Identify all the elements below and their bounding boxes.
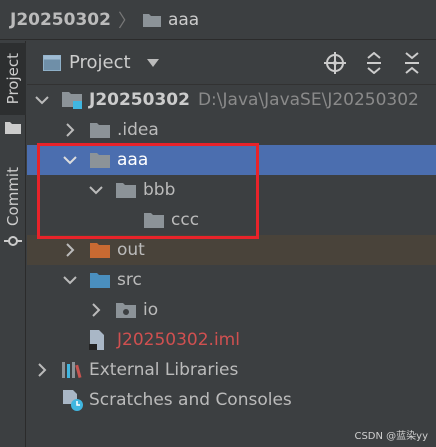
tree-label: src: [117, 270, 142, 290]
folder-icon: [142, 13, 161, 27]
library-icon: [62, 362, 82, 379]
tab-project-label: Project: [4, 53, 22, 105]
breadcrumb-folder-label: aaa: [167, 9, 200, 30]
collapse-all-icon[interactable]: [402, 52, 422, 74]
source-folder-icon: [90, 273, 110, 288]
package-icon: [116, 303, 136, 318]
tree-label: aaa: [117, 150, 149, 170]
tab-project[interactable]: Project: [0, 43, 26, 115]
tree-row-ccc[interactable]: ccc: [27, 205, 436, 235]
folder-icon: [90, 123, 110, 138]
commit-icon: [0, 233, 26, 249]
tree-label: External Libraries: [89, 360, 239, 380]
tree-root-path: D:\Java\JavaSE\J20250302: [197, 90, 419, 110]
breadcrumb: J20250302 〉 aaa: [0, 0, 436, 40]
tab-commit[interactable]: Commit: [0, 161, 26, 231]
tree-row-scratches[interactable]: Scratches and Consoles: [27, 385, 436, 415]
tree-row-io[interactable]: io: [27, 295, 436, 325]
tree-label: J20250302.iml: [117, 330, 240, 350]
chevron-right-icon[interactable]: [35, 363, 49, 377]
watermark: CSDN @蓝染yy: [354, 431, 428, 442]
toolbar-actions: [324, 41, 436, 85]
tree-row-bbb[interactable]: bbb: [27, 175, 436, 205]
project-window-icon: [43, 54, 61, 71]
scratches-icon: [63, 390, 83, 411]
breadcrumb-project[interactable]: J20250302: [10, 10, 111, 30]
tree-root-label: J20250302 D:\Java\JavaSE\J20250302: [89, 90, 419, 110]
tree-row-iml[interactable]: J20250302.iml: [27, 325, 436, 355]
chevron-right-icon[interactable]: [63, 243, 77, 257]
folder-icon: [116, 183, 136, 198]
chevron-down-icon[interactable]: [146, 58, 159, 67]
breadcrumb-folder[interactable]: aaa: [142, 10, 199, 30]
tree-row-root[interactable]: J20250302 D:\Java\JavaSE\J20250302: [27, 85, 436, 115]
tree-root-name: J20250302: [89, 90, 190, 110]
tree-row-aaa[interactable]: aaa: [27, 145, 436, 175]
module-folder-icon: [62, 92, 82, 109]
chevron-right-icon[interactable]: [63, 123, 77, 137]
project-panel: Project J20250302 D:\Java\JavaSE\J2025030…: [27, 41, 436, 447]
project-view-title[interactable]: Project: [69, 52, 131, 73]
tree-label: out: [117, 240, 145, 260]
tree-row-external-libraries[interactable]: External Libraries: [27, 355, 436, 385]
folder-icon: [144, 213, 164, 228]
locate-icon[interactable]: [324, 52, 346, 74]
tab-commit-label: Commit: [4, 166, 22, 226]
project-toolbar: Project: [27, 41, 436, 85]
chevron-right-icon: 〉: [117, 10, 136, 32]
chevron-down-icon[interactable]: [89, 183, 103, 197]
tree-row-src[interactable]: src: [27, 265, 436, 295]
tree-label: Scratches and Consoles: [89, 390, 292, 410]
chevron-down-icon[interactable]: [35, 93, 49, 107]
folder-icon: [90, 153, 110, 168]
chevron-down-icon[interactable]: [63, 153, 77, 167]
tree-row-out[interactable]: out: [27, 235, 436, 265]
chevron-right-icon[interactable]: [89, 303, 103, 317]
excluded-folder-icon: [90, 243, 110, 258]
tree-label: io: [143, 300, 159, 320]
chevron-down-icon[interactable]: [63, 273, 77, 287]
module-file-icon: [89, 330, 104, 350]
tree-label: ccc: [171, 210, 200, 230]
tree-label: bbb: [143, 180, 176, 200]
expand-all-icon[interactable]: [364, 52, 384, 74]
tree-row-idea[interactable]: .idea: [27, 115, 436, 145]
folder-icon: [0, 117, 26, 137]
tree-label: .idea: [117, 120, 159, 140]
tool-window-strip: Project Commit: [0, 41, 26, 447]
